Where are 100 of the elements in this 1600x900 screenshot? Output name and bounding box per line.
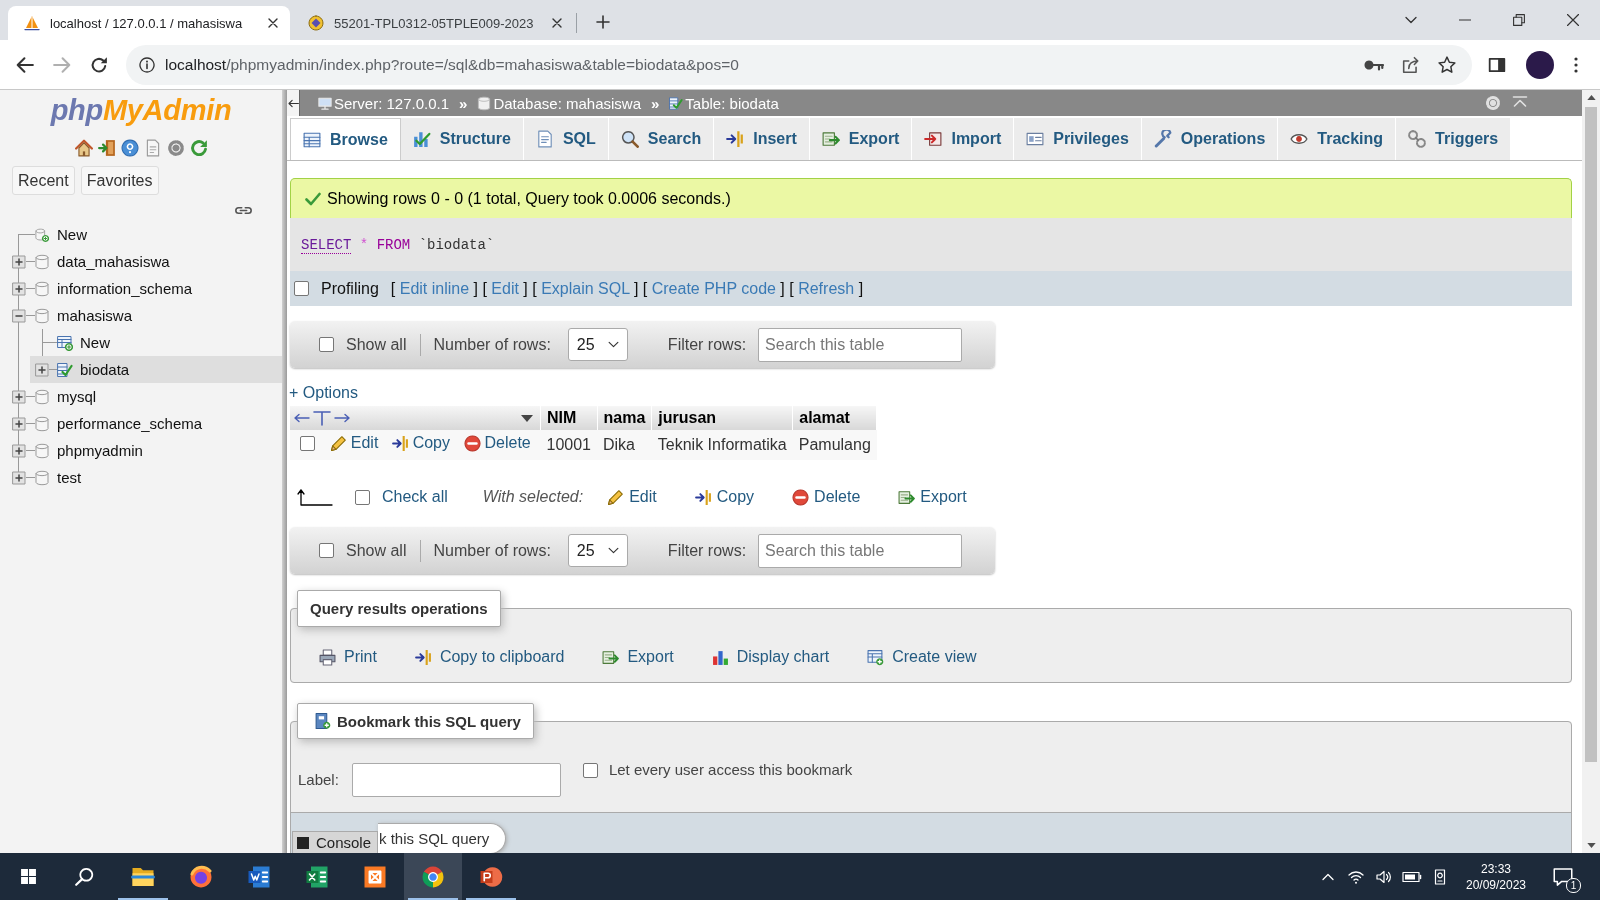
plus-box-icon[interactable]: [12, 389, 26, 404]
settings-icon[interactable]: [166, 139, 185, 157]
create-view-link[interactable]: Create view: [867, 648, 977, 666]
tree-item[interactable]: test: [0, 464, 282, 491]
column-header[interactable]: jurusan: [651, 406, 793, 430]
breadcrumb-link[interactable]: Table: biodata: [669, 94, 779, 112]
tab[interactable]: Operations: [1141, 118, 1279, 160]
address-bar[interactable]: localhost/phpmyadmin/index.php?route=/sql&db=mahasiswa&table=biodata&pos=0: [126, 44, 1472, 85]
label-field[interactable]: [351, 763, 561, 797]
tab[interactable]: Insert: [714, 118, 810, 160]
checkbox[interactable]: [294, 281, 309, 296]
close-icon[interactable]: [268, 18, 278, 28]
tree-item[interactable]: mysql: [0, 383, 282, 410]
tree-item[interactable]: performance_schema: [0, 410, 282, 437]
key-icon[interactable]: [1364, 58, 1384, 71]
reload-icon[interactable]: [90, 55, 108, 74]
tree-item[interactable]: information_schema: [0, 275, 282, 302]
tab[interactable]: Export: [809, 118, 913, 160]
tab[interactable]: Tracking: [1278, 118, 1397, 160]
close-icon[interactable]: [552, 18, 562, 28]
console-tab[interactable]: Console: [292, 831, 378, 853]
browser-tab[interactable]: localhost / 127.0.0.1 / mahasiswa: [8, 6, 290, 40]
checkbox[interactable]: [319, 337, 334, 352]
options-link[interactable]: + Options: [289, 384, 358, 402]
caret-up-icon[interactable]: [1322, 872, 1334, 881]
display-chart-link[interactable]: Display chart: [711, 648, 830, 666]
device-icon[interactable]: [1432, 868, 1448, 885]
tab[interactable]: Browse: [290, 118, 401, 160]
sidebar-button[interactable]: Recent: [12, 166, 75, 195]
filter-field[interactable]: Search this table: [758, 533, 963, 568]
tab[interactable]: Structure: [400, 118, 524, 160]
collapse-button[interactable]: [287, 90, 300, 116]
exit-door-icon[interactable]: [97, 139, 116, 157]
browser-tab[interactable]: 55201-TPL0312-05TPLE009-2023: [292, 6, 574, 40]
help-icon[interactable]: [120, 139, 139, 157]
tab[interactable]: Search: [608, 118, 715, 160]
tree-item[interactable]: mahasiswa: [0, 302, 282, 329]
logo[interactable]: phpMyAdmin: [46, 92, 236, 128]
search-icon[interactable]: [74, 867, 94, 886]
check-all-link[interactable]: Check all: [382, 488, 448, 506]
copy-to-clipboard-link[interactable]: Copy to clipboard: [414, 648, 565, 666]
notification-icon[interactable]: [1553, 866, 1573, 887]
plus-box-icon[interactable]: [12, 281, 26, 296]
battery-icon[interactable]: [1402, 870, 1422, 883]
checkbox[interactable]: [319, 543, 334, 558]
sidebar-button[interactable]: Favorites: [80, 166, 159, 195]
column-header[interactable]: alamat: [792, 406, 877, 430]
scrollbar-thumb[interactable]: [1585, 107, 1597, 762]
home-icon[interactable]: [74, 139, 93, 157]
scroll-down-icon[interactable]: [1586, 843, 1596, 848]
plus-box-icon[interactable]: [12, 443, 26, 458]
new-tab-icon[interactable]: [596, 15, 610, 29]
tab[interactable]: Triggers: [1396, 118, 1512, 160]
breadcrumb-link[interactable]: Database: mahasiswa: [477, 94, 641, 112]
profile-avatar[interactable]: [1526, 50, 1554, 79]
network-icon[interactable]: [1348, 868, 1364, 885]
delete-link[interactable]: Delete: [792, 488, 861, 506]
checkbox[interactable]: [300, 435, 315, 451]
star-icon[interactable]: [1438, 55, 1456, 74]
menu-icon[interactable]: [1574, 56, 1578, 73]
close-icon[interactable]: [1567, 14, 1579, 26]
plus-box-icon[interactable]: [12, 416, 26, 431]
link-icon[interactable]: [235, 206, 252, 215]
plus-box-icon[interactable]: [35, 362, 49, 377]
volume-icon[interactable]: [1376, 868, 1392, 885]
rows-select[interactable]: 25: [567, 534, 628, 567]
tab[interactable]: SQL: [523, 118, 609, 160]
plus-box-icon[interactable]: [12, 254, 26, 269]
copy-link[interactable]: Copy: [694, 488, 755, 506]
column-header[interactable]: nama: [597, 406, 652, 430]
info-icon[interactable]: [139, 56, 155, 73]
restore-icon[interactable]: [1513, 14, 1525, 26]
export-link[interactable]: Export: [898, 488, 967, 506]
clock[interactable]: 23:33 20/09/2023: [1454, 853, 1538, 900]
filter-field[interactable]: Search this table: [758, 327, 963, 362]
t-arrows-icon[interactable]: [294, 410, 350, 426]
tree-item[interactable]: biodata: [30, 356, 282, 383]
side-panel-icon[interactable]: [1488, 55, 1506, 74]
tree-item[interactable]: data_mahasiswa: [0, 248, 282, 275]
edit-link[interactable]: Edit: [607, 488, 657, 506]
back-icon[interactable]: [16, 55, 34, 74]
minus-box-icon[interactable]: [12, 308, 26, 323]
tree-item[interactable]: phpmyadmin: [0, 437, 282, 464]
tree-item[interactable]: New: [0, 221, 282, 248]
column-header[interactable]: NIM: [540, 406, 597, 430]
tab[interactable]: Privileges: [1014, 118, 1142, 160]
caret-down-icon[interactable]: [520, 413, 534, 423]
breadcrumb-link[interactable]: Server: 127.0.0.1: [318, 94, 450, 112]
plus-box-icon[interactable]: [12, 470, 26, 485]
export-link[interactable]: Export: [602, 648, 674, 666]
scroll-up-icon[interactable]: [1586, 95, 1596, 100]
checkbox[interactable]: [582, 763, 598, 778]
start-icon[interactable]: [19, 868, 37, 885]
tab[interactable]: Import: [912, 118, 1015, 160]
tree-item[interactable]: New: [30, 329, 282, 356]
rows-select[interactable]: 25: [567, 328, 628, 361]
checkbox[interactable]: [355, 489, 370, 505]
share-icon[interactable]: [1402, 55, 1420, 74]
bookmark-submit-button[interactable]: k this SQL query: [378, 823, 507, 853]
chevron-down-icon[interactable]: [1405, 16, 1417, 24]
